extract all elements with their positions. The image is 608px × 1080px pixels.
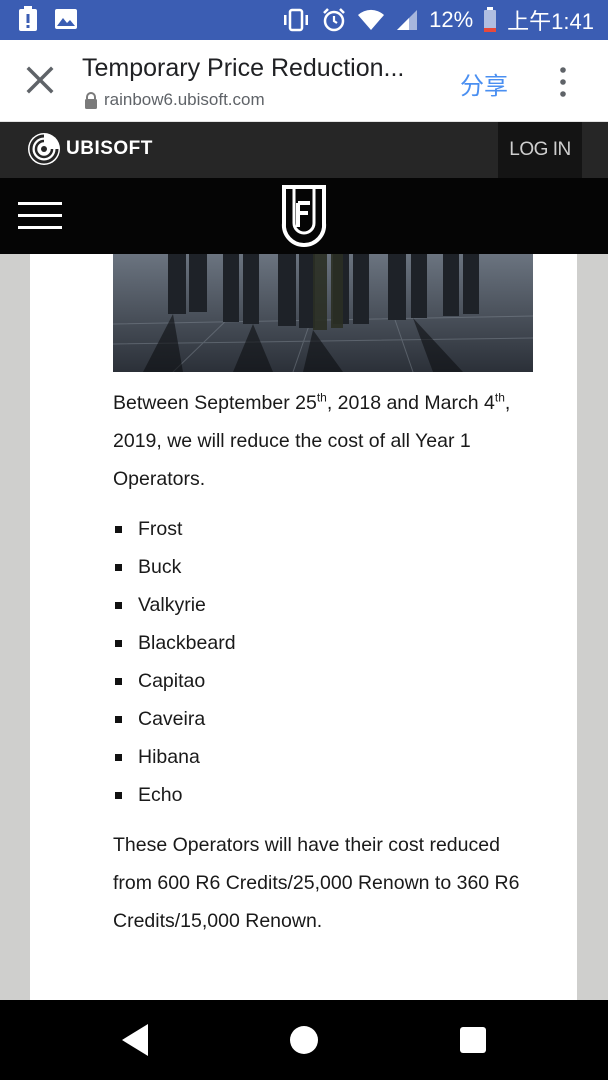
- ubisoft-logo[interactable]: UBISOFT: [26, 131, 153, 167]
- home-icon[interactable]: [290, 1026, 318, 1054]
- url-text: rainbow6.ubisoft.com: [104, 90, 265, 109]
- more-options-icon[interactable]: [553, 64, 573, 100]
- menu-icon[interactable]: [18, 202, 62, 232]
- bullet-icon: [115, 792, 122, 799]
- operator-list: Frost Buck Valkyrie Blackbeard Capitao C…: [113, 510, 533, 814]
- list-item: Valkyrie: [113, 586, 533, 624]
- battery-icon: [484, 7, 497, 32]
- list-item: Buck: [113, 548, 533, 586]
- bullet-icon: [115, 564, 122, 571]
- bullet-icon: [115, 716, 122, 723]
- clock: 上午1:41: [507, 9, 594, 34]
- lock-icon: [85, 91, 97, 109]
- list-item: Echo: [113, 776, 533, 814]
- intro-text: Between September 25: [113, 392, 317, 414]
- vibrate-icon: [284, 8, 309, 32]
- closing-paragraph: These Operators will have their cost red…: [113, 834, 520, 932]
- operator-name: Buck: [138, 556, 182, 578]
- bullet-icon: [115, 602, 122, 609]
- signal-icon: [397, 10, 418, 30]
- list-item: Blackbeard: [113, 624, 533, 662]
- page-title: Temporary Price Reduction...: [82, 54, 405, 82]
- bullet-icon: [115, 640, 122, 647]
- bullet-icon: [115, 754, 122, 761]
- image-icon: [55, 9, 77, 29]
- ordinal-suffix: th: [316, 390, 327, 405]
- rainbow-six-logo[interactable]: [280, 183, 328, 249]
- list-item: Hibana: [113, 738, 533, 776]
- site-navigation: [0, 178, 608, 254]
- ordinal-suffix: th: [494, 390, 505, 405]
- operator-name: Blackbeard: [138, 632, 236, 654]
- system-navigation-bar: [0, 1000, 608, 1080]
- close-icon[interactable]: [22, 62, 58, 98]
- share-button[interactable]: 分享: [460, 66, 508, 101]
- operator-name: Frost: [138, 518, 183, 540]
- custom-tab-toolbar: Temporary Price Reduction... rainbow6.ub…: [0, 40, 608, 122]
- list-item: Frost: [113, 510, 533, 548]
- list-item: Caveira: [113, 700, 533, 738]
- ubisoft-swirl-icon: [28, 133, 60, 165]
- alarm-icon: [323, 8, 346, 32]
- article-card: Between September 25th, 2018 and March 4…: [30, 254, 577, 1000]
- operator-name: Caveira: [138, 708, 206, 730]
- article-body: Between September 25th, 2018 and March 4…: [113, 384, 533, 940]
- list-item: Capitao: [113, 662, 533, 700]
- bullet-icon: [115, 678, 122, 685]
- operator-name: Capitao: [138, 670, 206, 692]
- back-icon[interactable]: [120, 1022, 150, 1058]
- status-bar: 12% 上午1:41: [0, 0, 608, 40]
- ubisoft-header: UBISOFT LOG IN: [0, 122, 608, 178]
- hero-image: [113, 254, 533, 372]
- operator-name: Valkyrie: [138, 594, 206, 616]
- login-button[interactable]: LOG IN: [498, 122, 582, 178]
- operator-name: Echo: [138, 784, 183, 806]
- alert-icon: [19, 6, 37, 31]
- intro-paragraph: Between September 25th, 2018 and March 4…: [113, 384, 533, 498]
- operator-name: Hibana: [138, 746, 200, 768]
- recent-apps-icon[interactable]: [460, 1027, 486, 1053]
- ubisoft-logo-text: UBISOFT: [66, 138, 153, 159]
- intro-text: , 2018 and March 4: [326, 392, 495, 414]
- wifi-icon: [358, 9, 385, 30]
- battery-percent: 12%: [429, 7, 474, 32]
- bullet-icon: [115, 526, 122, 533]
- page-url: rainbow6.ubisoft.com: [84, 90, 265, 110]
